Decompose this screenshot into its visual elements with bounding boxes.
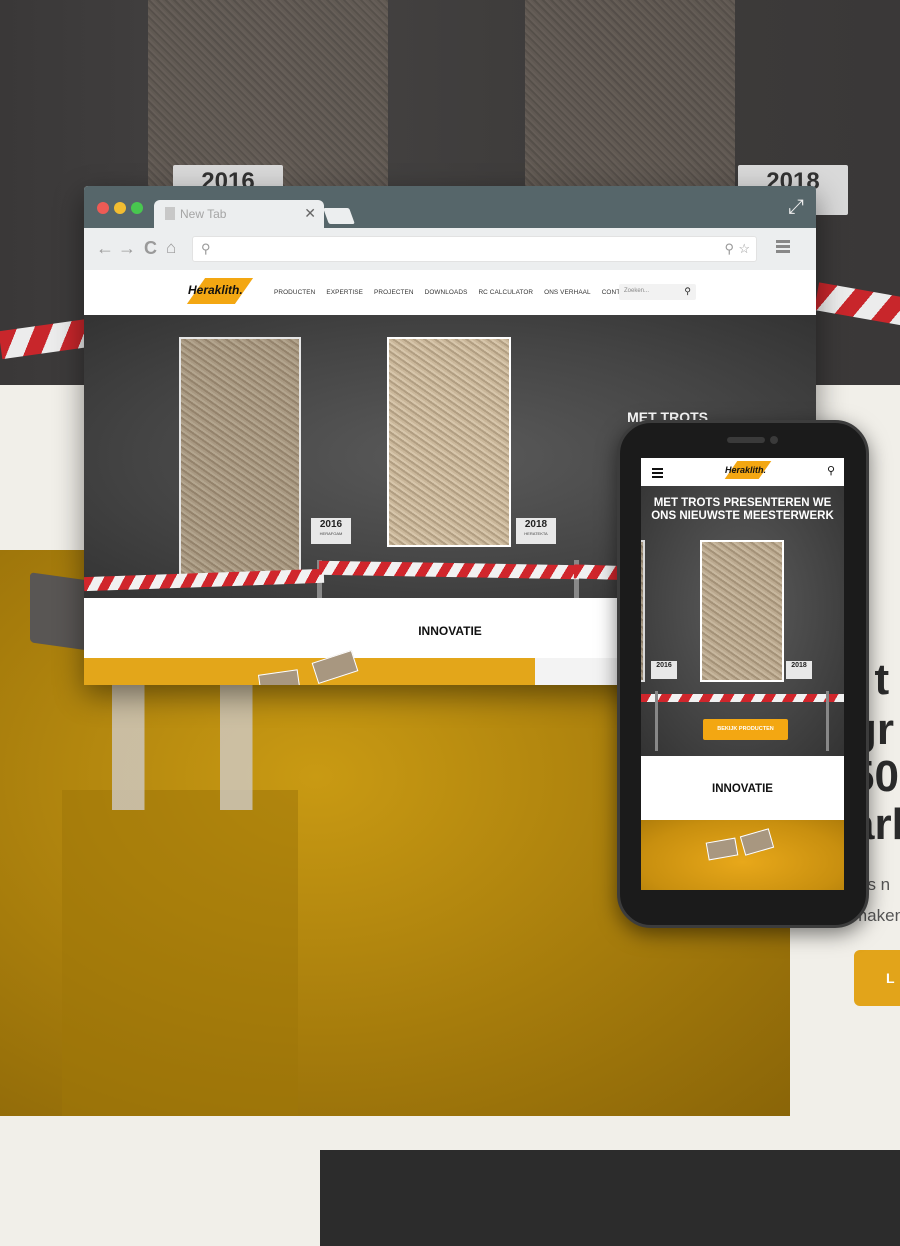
search-icon[interactable]: ⚲: [684, 286, 691, 297]
window-minimize-dot[interactable]: [114, 202, 126, 214]
phone-section-title-innovatie: INNOVATIE: [641, 756, 844, 820]
background-bottom-dark: [320, 1150, 900, 1246]
tab-title: New Tab: [180, 207, 227, 221]
window-zoom-dot[interactable]: [131, 202, 143, 214]
phone-barrier-post-2: [826, 691, 829, 751]
browser-titlebar: New Tab ✕ ⤢: [84, 186, 816, 228]
search-icon: ⚲: [201, 241, 211, 256]
plaque-2018-year: 2018: [524, 519, 548, 530]
background-panel-left: [148, 0, 388, 190]
background-pedestal: [62, 790, 298, 1116]
phone-brick-left: [705, 837, 739, 861]
product-board-2016: [179, 337, 301, 577]
phone-barrier-post-1: [655, 691, 658, 751]
phone-hero-title-line-2: ONS NIEUWSTE MEESTERWERK: [651, 510, 834, 522]
nav-item-downloads[interactable]: DOWNLOADS: [425, 289, 468, 296]
new-tab-button[interactable]: [323, 208, 355, 224]
window-close-dot[interactable]: [97, 202, 109, 214]
barrier-tape-1: [84, 568, 325, 592]
logo-text: Heraklith.: [188, 283, 243, 297]
barrier-tape-2: [318, 560, 580, 580]
brick-left: [257, 669, 301, 685]
phone-speaker: [727, 437, 765, 443]
bekijk-producten-button[interactable]: BEKIJK PRODUCTEN: [703, 719, 788, 740]
back-icon[interactable]: ←: [96, 238, 114, 259]
phone-product-board-left: [641, 540, 645, 682]
forward-icon[interactable]: →: [118, 238, 136, 259]
phone-plaque-2016-year: 2016: [656, 662, 672, 669]
hamburger-icon[interactable]: [652, 468, 663, 480]
background-right-button: L: [854, 950, 900, 1006]
background-panel-right: [525, 0, 735, 190]
site-search-input[interactable]: Zoeken... ⚲: [619, 284, 696, 300]
site-header: Heraklith. PRODUCTEN EXPERTISE PROJECTEN…: [84, 270, 816, 315]
innovatie-image: [84, 650, 535, 685]
phone-hero-title: MET TROTS PRESENTEREN WE ONS NIEUWSTE ME…: [641, 497, 844, 523]
nav-item-producten[interactable]: PRODUCTEN: [274, 289, 315, 296]
menu-icon[interactable]: [776, 240, 790, 255]
plaque-2018: 2018 HERATEKTA: [516, 518, 556, 544]
tab-close-icon[interactable]: ✕: [304, 205, 316, 222]
main-nav: PRODUCTEN EXPERTISE PROJECTEN DOWNLOADS …: [274, 289, 633, 296]
site-logo[interactable]: Heraklith.: [186, 278, 254, 304]
phone-plaque-2018-year: 2018: [791, 662, 807, 669]
browser-tab[interactable]: New Tab ✕: [154, 200, 324, 228]
reload-icon[interactable]: C: [144, 238, 157, 259]
nav-item-expertise[interactable]: EXPERTISE: [326, 289, 363, 296]
plaque-2016-name: HERAFOAM: [319, 531, 343, 536]
phone-plaque-2016: 2016: [651, 661, 677, 679]
phone-brick-right: [739, 828, 775, 856]
nav-item-ons-verhaal[interactable]: ONS VERHAAL: [544, 289, 591, 296]
phone-camera: [770, 436, 778, 444]
phone-header: Heraklith. ⚲: [641, 458, 844, 486]
plaque-2018-name: HERATEKTA: [524, 531, 548, 536]
plaque-2016: 2016 HERAFOAM: [311, 518, 351, 544]
page-icon: [165, 207, 175, 220]
phone-logo[interactable]: Heraklith.: [724, 461, 772, 479]
product-board-2018: [387, 337, 511, 547]
address-bar[interactable]: ⚲ ⚲ ☆: [192, 236, 757, 262]
phone-mockup: Heraklith. ⚲ MET TROTS PRESENTEREN WE ON…: [617, 420, 869, 928]
expand-icon[interactable]: ⤢: [788, 196, 804, 219]
browser-toolbar: ← → C ⌂ ⚲ ⚲ ☆: [84, 228, 816, 270]
phone-barrier-tape: [641, 694, 844, 702]
search-placeholder: Zoeken...: [624, 288, 650, 294]
phone-search-icon[interactable]: ⚲: [827, 464, 835, 477]
plaque-2016-year: 2016: [319, 519, 343, 530]
nav-item-projecten[interactable]: PROJECTEN: [374, 289, 414, 296]
phone-hero: MET TROTS PRESENTEREN WE ONS NIEUWSTE ME…: [641, 486, 844, 756]
phone-plaque-2018: 2018: [786, 661, 812, 679]
phone-product-board: [700, 540, 784, 682]
home-icon[interactable]: ⌂: [166, 238, 176, 258]
zoom-icon[interactable]: ⚲: [724, 241, 734, 257]
phone-hero-title-line-1: MET TROTS PRESENTEREN WE: [653, 497, 832, 509]
phone-screen: Heraklith. ⚲ MET TROTS PRESENTEREN WE ON…: [641, 458, 844, 890]
star-icon[interactable]: ☆: [738, 241, 750, 257]
phone-logo-text: Heraklith.: [725, 465, 767, 475]
phone-innovatie-image: [641, 820, 844, 890]
nav-item-rc-calculator[interactable]: RC CALCULATOR: [478, 289, 533, 296]
